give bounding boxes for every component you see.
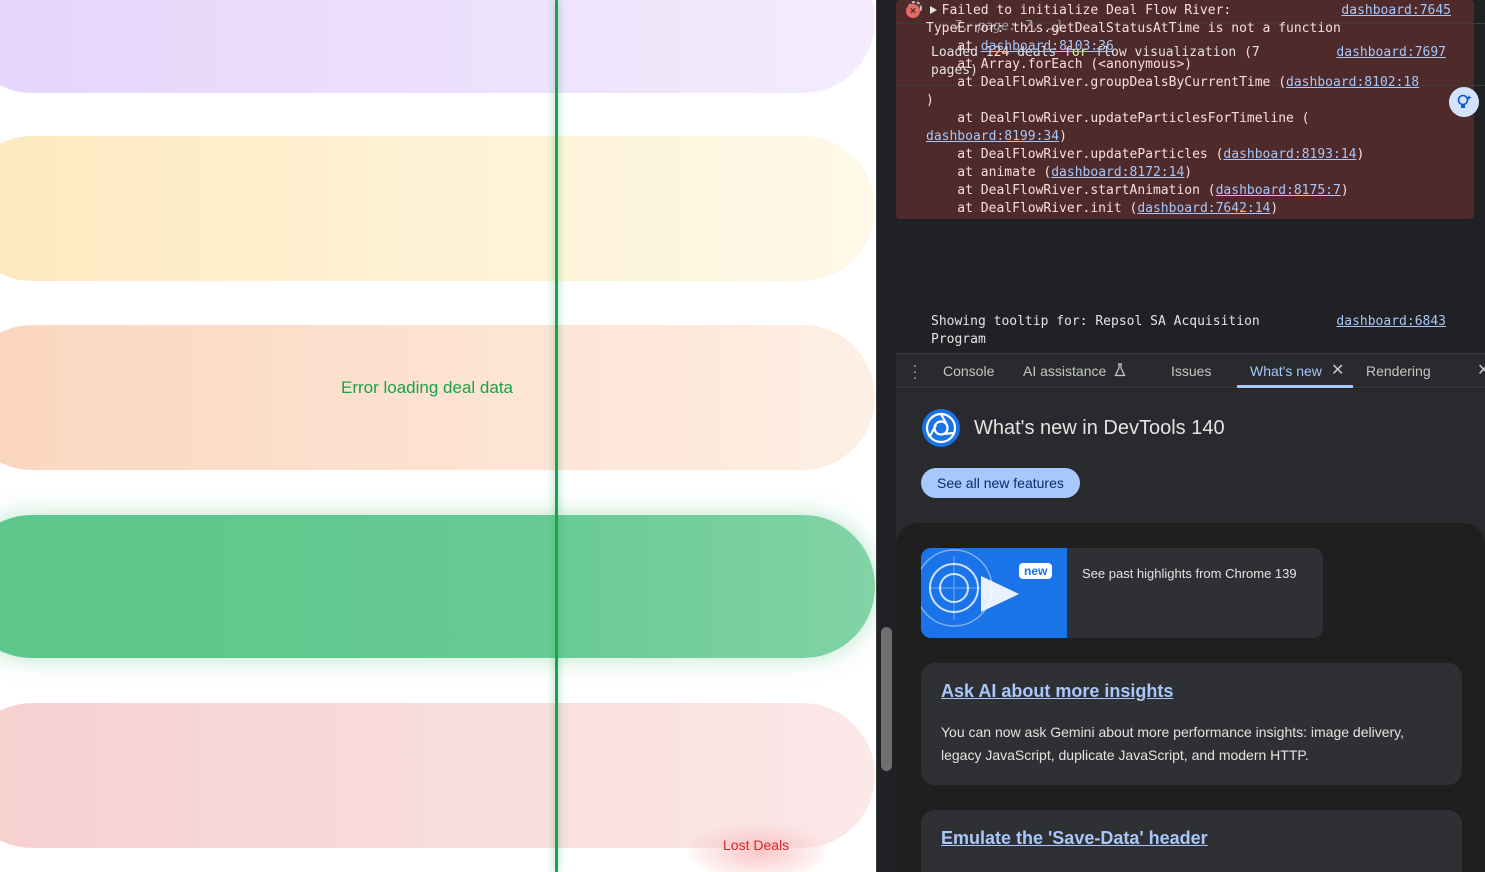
stack-trace-link[interactable]: dashboard:8172:14	[1051, 165, 1184, 180]
video-card-label: See past highlights from Chrome 139	[1082, 566, 1297, 581]
play-video-icon[interactable]	[921, 548, 1067, 638]
console-source-link[interactable]: dashboard:7645	[1341, 2, 1451, 20]
tab-label: AI assistance	[1023, 363, 1107, 379]
error-message: Error loading deal data	[341, 378, 514, 397]
stage-band-purple	[0, 0, 875, 93]
lost-deals-label: Lost Deals	[723, 837, 790, 853]
stack-trace-text: TypeError: this.getDealStatusAtTime is n…	[926, 21, 1341, 36]
whats-new-title: What's new in DevTools 140	[974, 417, 1225, 439]
deal-flow-river-canvas: Error loading deal data Lost Deals	[0, 0, 876, 872]
scrollbar-thumb[interactable]	[881, 627, 892, 771]
stack-trace-text: at DealFlowRiver.init (	[926, 201, 1138, 216]
new-badge: new	[1019, 563, 1053, 579]
stack-trace-text: at DealFlowRiver.updateParticles (	[926, 147, 1224, 162]
tab-label: What's new	[1250, 363, 1322, 379]
tab-whats-new[interactable]: What's new ✕	[1237, 354, 1353, 388]
stack-trace-text: )	[1340, 183, 1349, 198]
drawer-tab-bar: · · · Console AI assistance Issues What's …	[896, 353, 1485, 388]
stack-trace-link[interactable]: dashboard:8175:7	[1216, 183, 1341, 198]
error-stack-trace: Failed to initialize Deal Flow River: Typ…	[926, 2, 1419, 218]
tab-rendering[interactable]: Rendering	[1366, 354, 1431, 388]
stack-trace-line: at animate (dashboard:8172:14)	[926, 164, 1419, 182]
devtools-panel: 7, page: 7, …} Loaded 124 deals for flow…	[896, 0, 1485, 872]
stack-trace-line: )	[926, 92, 1419, 110]
stack-trace-text: at DealFlowRiver.groupDealsByCurrentTime…	[926, 75, 1287, 90]
whats-new-content[interactable]: new See past highlights from Chrome 139 …	[896, 523, 1485, 872]
stack-trace-text: at animate (	[926, 165, 1052, 180]
stack-trace-text: at DealFlowRiver.updateParticlesForTimel…	[926, 111, 1310, 126]
feature-title-link[interactable]: Ask AI about more insights	[941, 681, 1173, 702]
stack-trace-line: at DealFlowRiver.init (dashboard:7642:14…	[926, 200, 1419, 218]
video-thumbnail[interactable]: new	[921, 548, 1067, 638]
tab-issues[interactable]: Issues	[1171, 354, 1211, 388]
stack-trace-text: at Array.forEach (<anonymous>)	[926, 57, 1193, 72]
ai-explain-lightbulb-icon[interactable]	[1449, 87, 1479, 117]
stack-trace-text: )	[926, 93, 934, 108]
close-drawer-icon[interactable]: ✕	[1477, 354, 1485, 388]
stack-trace-line: at dashboard:8103:36	[926, 38, 1419, 56]
stack-trace-text: )	[1270, 201, 1279, 216]
feature-card-ask-ai: Ask AI about more insights You can now a…	[921, 663, 1462, 785]
stack-trace-link[interactable]: dashboard:7642:14	[1137, 201, 1270, 216]
tab-ai-assistance[interactable]: AI assistance	[1023, 354, 1126, 388]
stack-trace-text: at	[926, 39, 981, 54]
stack-trace-text: )	[1059, 129, 1067, 144]
stack-trace-link[interactable]: dashboard:8102:18	[1286, 75, 1419, 90]
stack-trace-text: Failed to initialize Deal Flow River:	[926, 3, 1232, 18]
stack-trace-line: at DealFlowRiver.groupDealsByCurrentTime…	[926, 74, 1419, 92]
feature-description: You can now ask Gemini about more perfor…	[941, 724, 1405, 763]
stack-trace-text: )	[1356, 147, 1365, 162]
stack-trace-text: at DealFlowRiver.startAnimation (	[926, 183, 1216, 198]
console-message-text: Showing tooltip for: Repsol SA Acquisiti…	[931, 314, 1260, 347]
more-options-icon[interactable]: · · ·	[910, 358, 920, 384]
see-all-features-button[interactable]: See all new features	[921, 468, 1080, 498]
stack-trace-link[interactable]: dashboard:8199:34	[926, 129, 1059, 144]
feature-title-link[interactable]: Emulate the 'Save-Data' header	[941, 828, 1208, 849]
stack-trace-link[interactable]: dashboard:8193:14	[1223, 147, 1356, 162]
console-source-link[interactable]: dashboard:6843	[1336, 313, 1446, 331]
stack-trace-line: TypeError: this.getDealStatusAtTime is n…	[926, 20, 1419, 38]
stack-trace-line: dashboard:8199:34)	[926, 128, 1419, 146]
stack-trace-text: )	[1184, 165, 1193, 180]
stage-band-green	[0, 515, 875, 658]
console-error-message: × Failed to initialize Deal Flow River: T…	[896, 0, 1474, 219]
stack-trace-line: at DealFlowRiver.updateParticlesForTimel…	[926, 110, 1419, 128]
devtools-logo-icon	[922, 409, 960, 447]
console-log[interactable]: 7, page: 7, …} Loaded 124 deals for flow…	[896, 0, 1485, 353]
tab-console[interactable]: Console	[943, 354, 994, 388]
stack-trace-line: at Array.forEach (<anonymous>)	[926, 56, 1419, 74]
close-tab-icon[interactable]: ✕	[1331, 354, 1344, 388]
feature-card-save-data: Emulate the 'Save-Data' header	[921, 810, 1462, 872]
video-highlights-card[interactable]: new See past highlights from Chrome 139	[921, 548, 1323, 638]
error-icon: ×	[906, 4, 920, 18]
stage-band-yellow	[0, 136, 875, 281]
console-message-tooltip: Showing tooltip for: Repsol SA Acquisiti…	[896, 311, 1485, 353]
stack-trace-line: at DealFlowRiver.startAnimation (dashboa…	[926, 182, 1419, 200]
flask-icon	[1114, 363, 1126, 377]
whats-new-panel: What's new in DevTools 140 See all new f…	[896, 389, 1485, 872]
stack-trace-line: at DealFlowRiver.updateParticles (dashbo…	[926, 146, 1419, 164]
stack-trace-link[interactable]: dashboard:8103:36	[981, 39, 1114, 54]
page-scrollbar[interactable]	[876, 0, 896, 872]
current-time-line	[555, 0, 558, 872]
